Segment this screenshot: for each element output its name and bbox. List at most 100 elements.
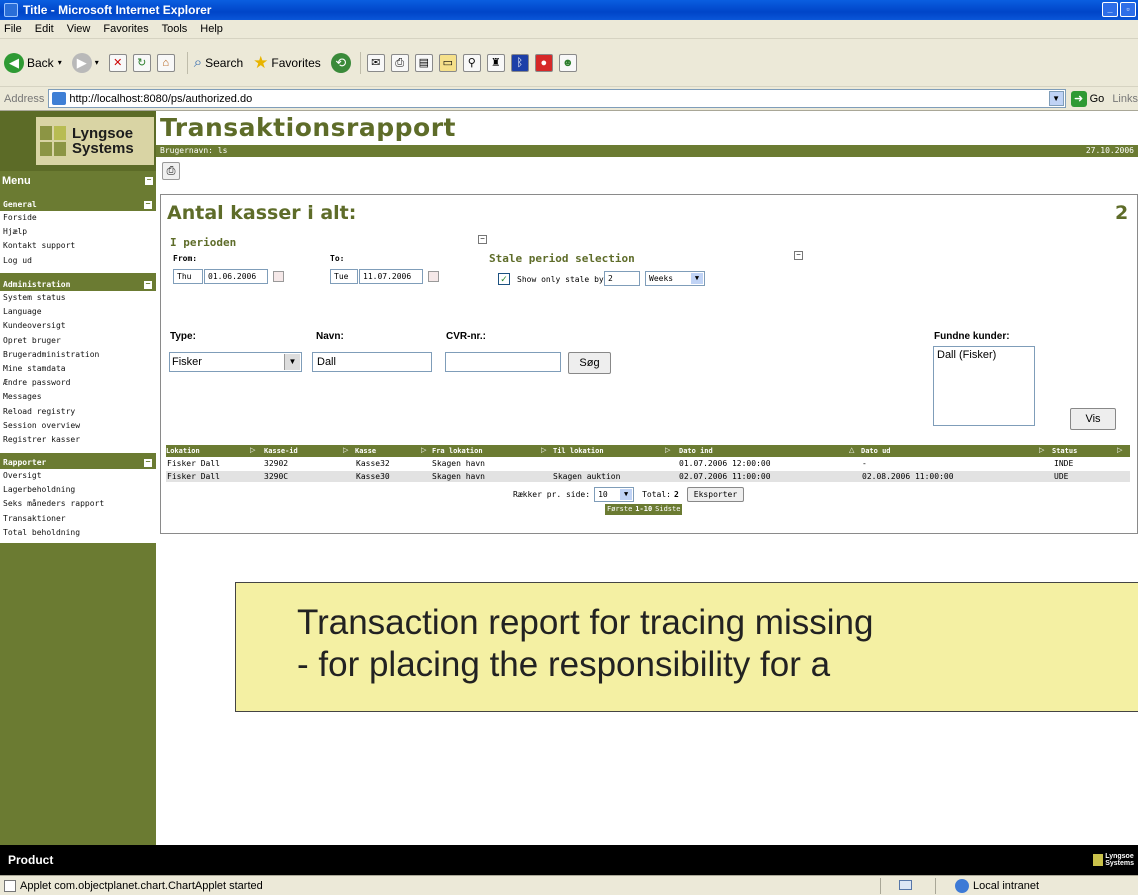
mail-icon[interactable]: ✉: [366, 53, 385, 72]
col-header-kasse-id[interactable]: Kasse-id: [264, 445, 298, 457]
refresh-icon[interactable]: ↻: [132, 53, 151, 72]
home-icon[interactable]: ⌂: [156, 53, 175, 72]
menu-favorites[interactable]: Favorites: [103, 23, 148, 35]
type-select[interactable]: Fisker ▼: [169, 352, 302, 372]
stale-collapse-icon[interactable]: −: [794, 251, 803, 260]
minimize-button[interactable]: _: [1102, 2, 1118, 17]
to-date-input[interactable]: 11.07.2006: [359, 269, 423, 284]
search-button[interactable]: ⌕ Search: [194, 54, 243, 71]
table-row[interactable]: Fisker Dall 3290C Kasse30 Skagen havn Sk…: [166, 471, 1130, 482]
col-header-fra-lokation[interactable]: Fra lokation: [432, 445, 483, 457]
menu-tools[interactable]: Tools: [162, 23, 188, 35]
forward-dropdown-icon[interactable]: ▾: [95, 58, 99, 67]
sidebar-item-brugeradministration[interactable]: Brugeradministration: [0, 348, 156, 362]
discuss-icon[interactable]: ▭: [438, 53, 457, 72]
sort-icon[interactable]: ▷: [1117, 447, 1125, 455]
cell-dato-ud: -: [862, 459, 867, 468]
bluetooth-icon[interactable]: ᛒ: [510, 53, 529, 72]
stop-icon[interactable]: ✕: [108, 53, 127, 72]
menu-view[interactable]: View: [67, 23, 91, 35]
print-button[interactable]: ⎙: [162, 162, 180, 180]
menu-help[interactable]: Help: [200, 23, 223, 35]
menu-edit[interactable]: Edit: [35, 23, 54, 35]
from-date-input[interactable]: 01.06.2006: [204, 269, 268, 284]
first-page-link[interactable]: Første: [607, 504, 632, 515]
favorites-button[interactable]: ★ Favorites: [253, 53, 321, 73]
edit-icon[interactable]: ▤: [414, 53, 433, 72]
stale-value-input[interactable]: 2: [604, 271, 640, 286]
sidebar-item-log-ud[interactable]: Log ud: [0, 254, 156, 268]
sidebar-item-registrer-kasser[interactable]: Registrer kasser: [0, 433, 156, 447]
messenger-icon[interactable]: ♜: [486, 53, 505, 72]
sidebar-item-aendre-password[interactable]: Ændre password: [0, 376, 156, 390]
sidebar-item-hjaelp[interactable]: Hjælp: [0, 225, 156, 239]
sidebar-item-total-beholdning[interactable]: Total beholdning: [0, 526, 156, 540]
col-header-status[interactable]: Status: [1052, 445, 1077, 457]
sidebar-item-kontakt-support[interactable]: Kontakt support: [0, 239, 156, 253]
current-page-range[interactable]: 1-10: [635, 504, 652, 515]
go-button[interactable]: ➜ Go: [1070, 90, 1104, 107]
rows-per-page-select[interactable]: 10 ▼: [594, 487, 635, 502]
last-page-link[interactable]: Sidste: [655, 504, 680, 515]
sidebar-item-messages[interactable]: Messages: [0, 390, 156, 404]
table-row[interactable]: Fisker Dall 32902 Kasse32 Skagen havn 01…: [166, 458, 1130, 469]
sort-icon[interactable]: ▷: [541, 447, 549, 455]
back-dropdown-icon[interactable]: ▾: [58, 58, 62, 67]
menu-file[interactable]: File: [4, 23, 22, 35]
print-icon[interactable]: ⎙: [390, 53, 409, 72]
sidebar-item-reload-registry[interactable]: Reload registry: [0, 405, 156, 419]
col-header-kasse[interactable]: Kasse: [355, 445, 376, 457]
section-general-header[interactable]: General −: [0, 199, 156, 211]
sidebar-item-system-status[interactable]: System status: [0, 291, 156, 305]
stamp-icon[interactable]: ●: [534, 53, 553, 72]
sidebar-item-session-overview[interactable]: Session overview: [0, 419, 156, 433]
sort-icon[interactable]: ▷: [250, 447, 258, 455]
col-header-lokation[interactable]: Lokation: [166, 445, 200, 457]
sidebar-item-opret-bruger[interactable]: Opret bruger: [0, 334, 156, 348]
forward-button[interactable]: ▶ ▾: [71, 52, 99, 73]
address-input[interactable]: http://localhost:8080/ps/authorized.do ▼: [48, 89, 1066, 108]
col-header-dato-ud[interactable]: Dato ud: [861, 445, 891, 457]
stale-unit-select[interactable]: Weeks ▼: [645, 271, 705, 286]
period-collapse-icon[interactable]: −: [478, 235, 487, 244]
sidebar-item-oversigt[interactable]: Oversigt: [0, 469, 156, 483]
sidebar-item-transaktioner[interactable]: Transaktioner: [0, 512, 156, 526]
search-submit-button[interactable]: Søg: [568, 352, 611, 374]
sort-icon[interactable]: ▷: [665, 447, 673, 455]
users-icon[interactable]: ☻: [558, 53, 577, 72]
name-input[interactable]: Dall: [312, 352, 432, 372]
section-administration-header[interactable]: Administration −: [0, 279, 156, 291]
menu-collapse-icon[interactable]: −: [145, 176, 153, 185]
cvr-input[interactable]: [445, 352, 561, 372]
sidebar-item-lagerbeholdning[interactable]: Lagerbeholdning: [0, 483, 156, 497]
found-customer-item[interactable]: Dall (Fisker): [937, 349, 1031, 361]
calendar-icon[interactable]: [428, 271, 439, 282]
research-icon[interactable]: ⚲: [462, 53, 481, 72]
links-label[interactable]: Links: [1112, 93, 1138, 105]
sidebar-item-seks-maaneders-rapport[interactable]: Seks måneders rapport: [0, 497, 156, 511]
sidebar-item-mine-stamdata[interactable]: Mine stamdata: [0, 362, 156, 376]
address-label: Address: [4, 92, 45, 105]
collapse-icon[interactable]: −: [144, 200, 152, 209]
collapse-icon[interactable]: −: [144, 280, 152, 289]
sort-icon[interactable]: ▷: [421, 447, 429, 455]
sort-icon[interactable]: △: [849, 447, 857, 455]
col-header-til-lokation[interactable]: Til lokation: [553, 445, 604, 457]
section-rapporter-header[interactable]: Rapporter −: [0, 457, 156, 469]
collapse-icon[interactable]: −: [144, 458, 152, 467]
stale-checkbox[interactable]: ✓: [498, 273, 510, 285]
sidebar-item-language[interactable]: Language: [0, 305, 156, 319]
sidebar-item-kundeoversigt[interactable]: Kundeoversigt: [0, 319, 156, 333]
calendar-icon[interactable]: [273, 271, 284, 282]
address-dropdown-icon[interactable]: ▼: [1048, 91, 1064, 106]
restore-button[interactable]: ▫: [1120, 2, 1136, 17]
back-button[interactable]: ◀ Back ▾: [4, 52, 62, 73]
sort-icon[interactable]: ▷: [1039, 447, 1047, 455]
show-button[interactable]: Vis: [1070, 408, 1116, 430]
found-customers-list[interactable]: Dall (Fisker): [933, 346, 1035, 426]
export-button[interactable]: Eksporter: [686, 487, 745, 502]
sidebar-item-forside[interactable]: Forside: [0, 211, 156, 225]
sort-icon[interactable]: ▷: [343, 447, 351, 455]
col-header-dato-ind[interactable]: Dato ind: [679, 445, 713, 457]
media-icon[interactable]: ⟲: [330, 52, 351, 73]
